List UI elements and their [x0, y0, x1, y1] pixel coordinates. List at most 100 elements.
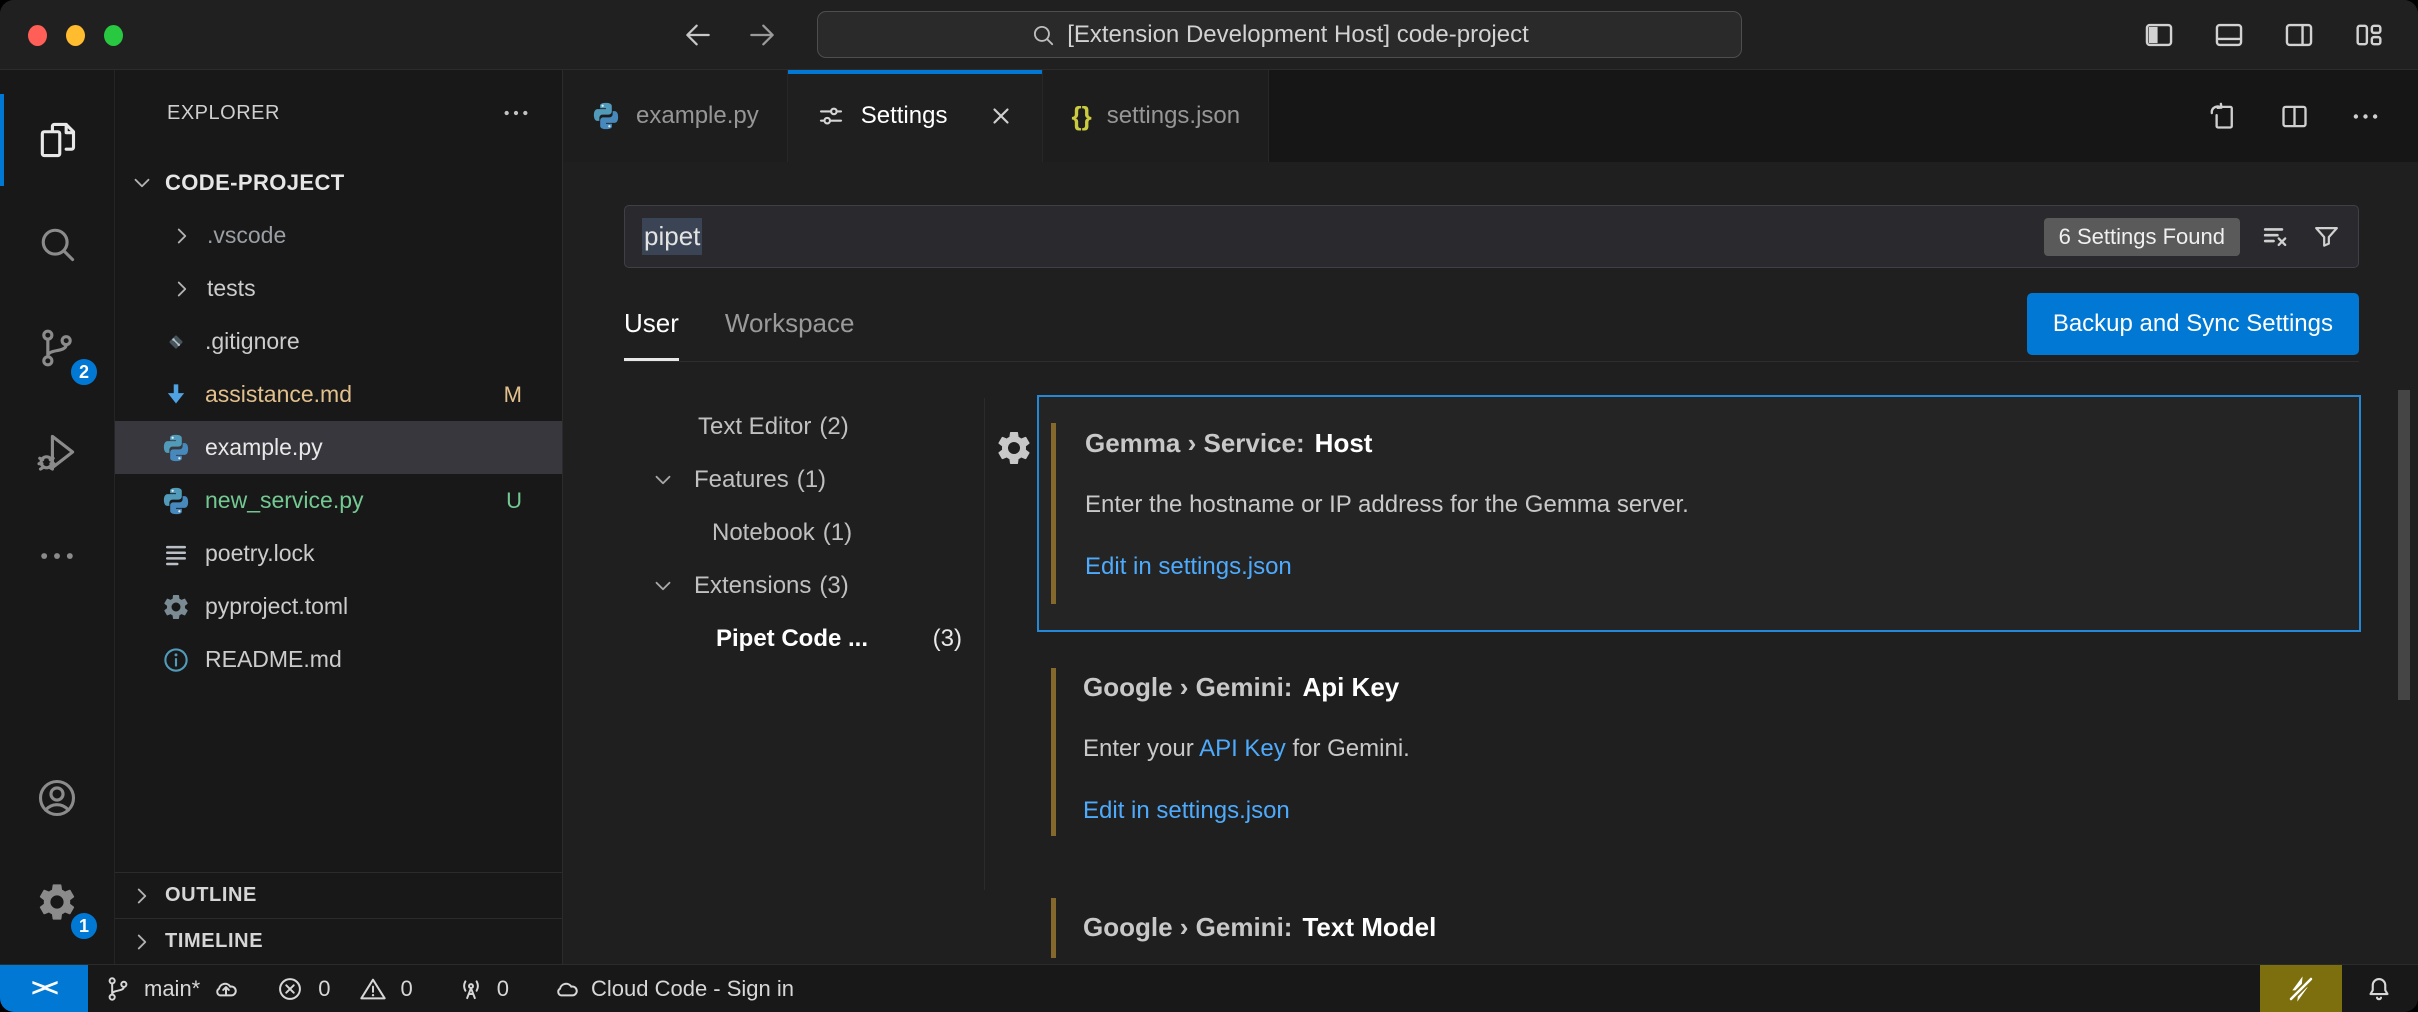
- file-tree: CODE-PROJECT .vscode tests .gitignore as…: [115, 156, 562, 686]
- minimize-window-button[interactable]: [66, 25, 85, 46]
- timeline-section[interactable]: TIMELINE: [115, 918, 562, 964]
- setting-gemma-service-host[interactable]: Gemma › Service:Host Enter the hostname …: [1037, 395, 2361, 632]
- ports-status-item[interactable]: 0: [457, 975, 509, 1003]
- toc-features[interactable]: Features(1): [614, 453, 984, 506]
- chevron-right-icon: [129, 929, 155, 955]
- filter-funnel-icon[interactable]: [2311, 221, 2342, 252]
- setting-google-gemini-api-key[interactable]: Google › Gemini:Api Key Enter your API K…: [1037, 660, 2361, 840]
- toggle-panel-icon[interactable]: [2212, 18, 2246, 52]
- open-settings-json-icon[interactable]: [2207, 100, 2240, 133]
- bell-icon: [2364, 974, 2394, 1004]
- titlebar: [Extension Development Host] code-projec…: [0, 0, 2418, 70]
- close-window-button[interactable]: [28, 25, 47, 46]
- activity-more[interactable]: [0, 504, 114, 608]
- back-icon[interactable]: [682, 19, 714, 51]
- toc-extensions[interactable]: Extensions(3): [614, 559, 984, 612]
- gear-icon: [161, 592, 191, 622]
- activity-account[interactable]: [0, 746, 114, 850]
- editor-area: example.py Settings {} settings.json: [563, 70, 2418, 964]
- settings-badge: 1: [68, 910, 100, 942]
- cloud-upload-icon: [212, 975, 240, 1003]
- activity-settings[interactable]: 1: [0, 850, 114, 954]
- toggle-primary-sidebar-icon[interactable]: [2142, 18, 2176, 52]
- close-icon[interactable]: [988, 103, 1014, 129]
- more-actions-icon[interactable]: [2349, 100, 2382, 133]
- tree-item-readme-md[interactable]: README.md: [115, 633, 562, 686]
- clear-filters-icon[interactable]: [2260, 221, 2291, 252]
- search-value: pipet: [642, 218, 702, 255]
- activity-run-debug[interactable]: [0, 400, 114, 504]
- chevron-right-icon: [169, 223, 195, 249]
- settings-scope-row: User Workspace Backup and Sync Settings: [624, 286, 2359, 362]
- scope-tab-workspace[interactable]: Workspace: [725, 286, 855, 361]
- cloud-code-status-item[interactable]: Cloud Code - Sign in: [553, 975, 794, 1003]
- problems-status-item[interactable]: 0 0: [276, 975, 413, 1003]
- chevron-down-icon: [650, 467, 676, 493]
- python-icon: [161, 433, 191, 463]
- activity-search[interactable]: [0, 192, 114, 296]
- tree-item-poetry-lock[interactable]: poetry.lock: [115, 527, 562, 580]
- customize-layout-icon[interactable]: [2352, 18, 2386, 52]
- api-key-link[interactable]: API Key: [1199, 735, 1286, 762]
- markdown-arrow-icon: [161, 380, 191, 410]
- status-bar: >< main* 0 0 0 Cloud Code - Sign in: [0, 964, 2418, 1012]
- toc-text-editor[interactable]: Text Editor(2): [614, 400, 984, 453]
- chevron-right-icon: [169, 276, 195, 302]
- modified-indicator: [1051, 668, 1056, 836]
- chevron-down-icon: [129, 170, 155, 196]
- tree-item-example-py[interactable]: example.py: [115, 421, 562, 474]
- branch-status-item[interactable]: main*: [104, 975, 240, 1003]
- setting-actions-gear-icon[interactable]: [994, 428, 1034, 468]
- source-control-icon: [104, 975, 132, 1003]
- tab-example-py[interactable]: example.py: [563, 70, 788, 162]
- settings-search-input[interactable]: pipet 6 Settings Found: [624, 205, 2359, 268]
- scrollbar-thumb[interactable]: [2398, 390, 2410, 700]
- tree-item-gitignore[interactable]: .gitignore: [115, 315, 562, 368]
- settings-editor: pipet 6 Settings Found User Workspace Ba…: [563, 162, 2418, 964]
- flash-off-status-item[interactable]: [2260, 965, 2342, 1012]
- scope-tab-user[interactable]: User: [624, 286, 679, 361]
- modified-indicator: [1051, 423, 1056, 604]
- setting-title: Google › Gemini:Api Key: [1083, 672, 2341, 703]
- remote-indicator[interactable]: ><: [0, 965, 88, 1012]
- toc-separator[interactable]: [984, 398, 985, 890]
- window-controls: [28, 0, 123, 70]
- tree-item-pyproject-toml[interactable]: pyproject.toml: [115, 580, 562, 633]
- edit-in-settings-json-link[interactable]: Edit in settings.json: [1085, 553, 2339, 581]
- git-icon: [161, 327, 191, 357]
- command-center[interactable]: [Extension Development Host] code-projec…: [817, 11, 1742, 58]
- explorer-more-icon[interactable]: [500, 97, 532, 129]
- activity-source-control[interactable]: 2: [0, 296, 114, 400]
- toc-pipet-code[interactable]: Pipet Code ...(3): [614, 612, 984, 665]
- zoom-window-button[interactable]: [104, 25, 123, 46]
- edit-in-settings-json-link[interactable]: Edit in settings.json: [1083, 797, 2341, 825]
- account-icon: [35, 776, 79, 820]
- run-debug-icon: [35, 430, 79, 474]
- tab-settings-json[interactable]: {} settings.json: [1043, 70, 1269, 162]
- tab-bar: example.py Settings {} settings.json: [563, 70, 2418, 162]
- backup-sync-settings-button[interactable]: Backup and Sync Settings: [2027, 293, 2359, 355]
- tree-item-assistance-md[interactable]: assistance.md M: [115, 368, 562, 421]
- tree-item-tests[interactable]: tests: [115, 262, 562, 315]
- project-root-row[interactable]: CODE-PROJECT: [115, 156, 562, 209]
- split-editor-icon[interactable]: [2278, 100, 2311, 133]
- setting-google-gemini-text-model[interactable]: Google › Gemini:Text Model: [1037, 900, 2361, 964]
- setting-title: Gemma › Service:Host: [1085, 428, 2339, 459]
- explorer-header-label: EXPLORER: [167, 102, 280, 125]
- python-icon: [161, 486, 191, 516]
- tree-item-new-service-py[interactable]: new_service.py U: [115, 474, 562, 527]
- forward-icon[interactable]: [746, 19, 778, 51]
- notifications-item[interactable]: [2364, 974, 2394, 1004]
- tab-settings[interactable]: Settings: [788, 70, 1044, 162]
- toggle-secondary-sidebar-icon[interactable]: [2282, 18, 2316, 52]
- info-icon: [161, 645, 191, 675]
- list-lines-icon: [161, 539, 191, 569]
- window-title: [Extension Development Host] code-projec…: [1067, 21, 1529, 49]
- tree-item-vscode[interactable]: .vscode: [115, 209, 562, 262]
- explorer-sidebar: EXPLORER CODE-PROJECT .vscode tests: [115, 70, 563, 964]
- outline-section[interactable]: OUTLINE: [115, 872, 562, 918]
- activity-explorer[interactable]: [0, 88, 114, 192]
- toc-notebook[interactable]: Notebook(1): [614, 506, 984, 559]
- scm-badge: 2: [68, 356, 100, 388]
- modified-indicator: [1051, 898, 1056, 958]
